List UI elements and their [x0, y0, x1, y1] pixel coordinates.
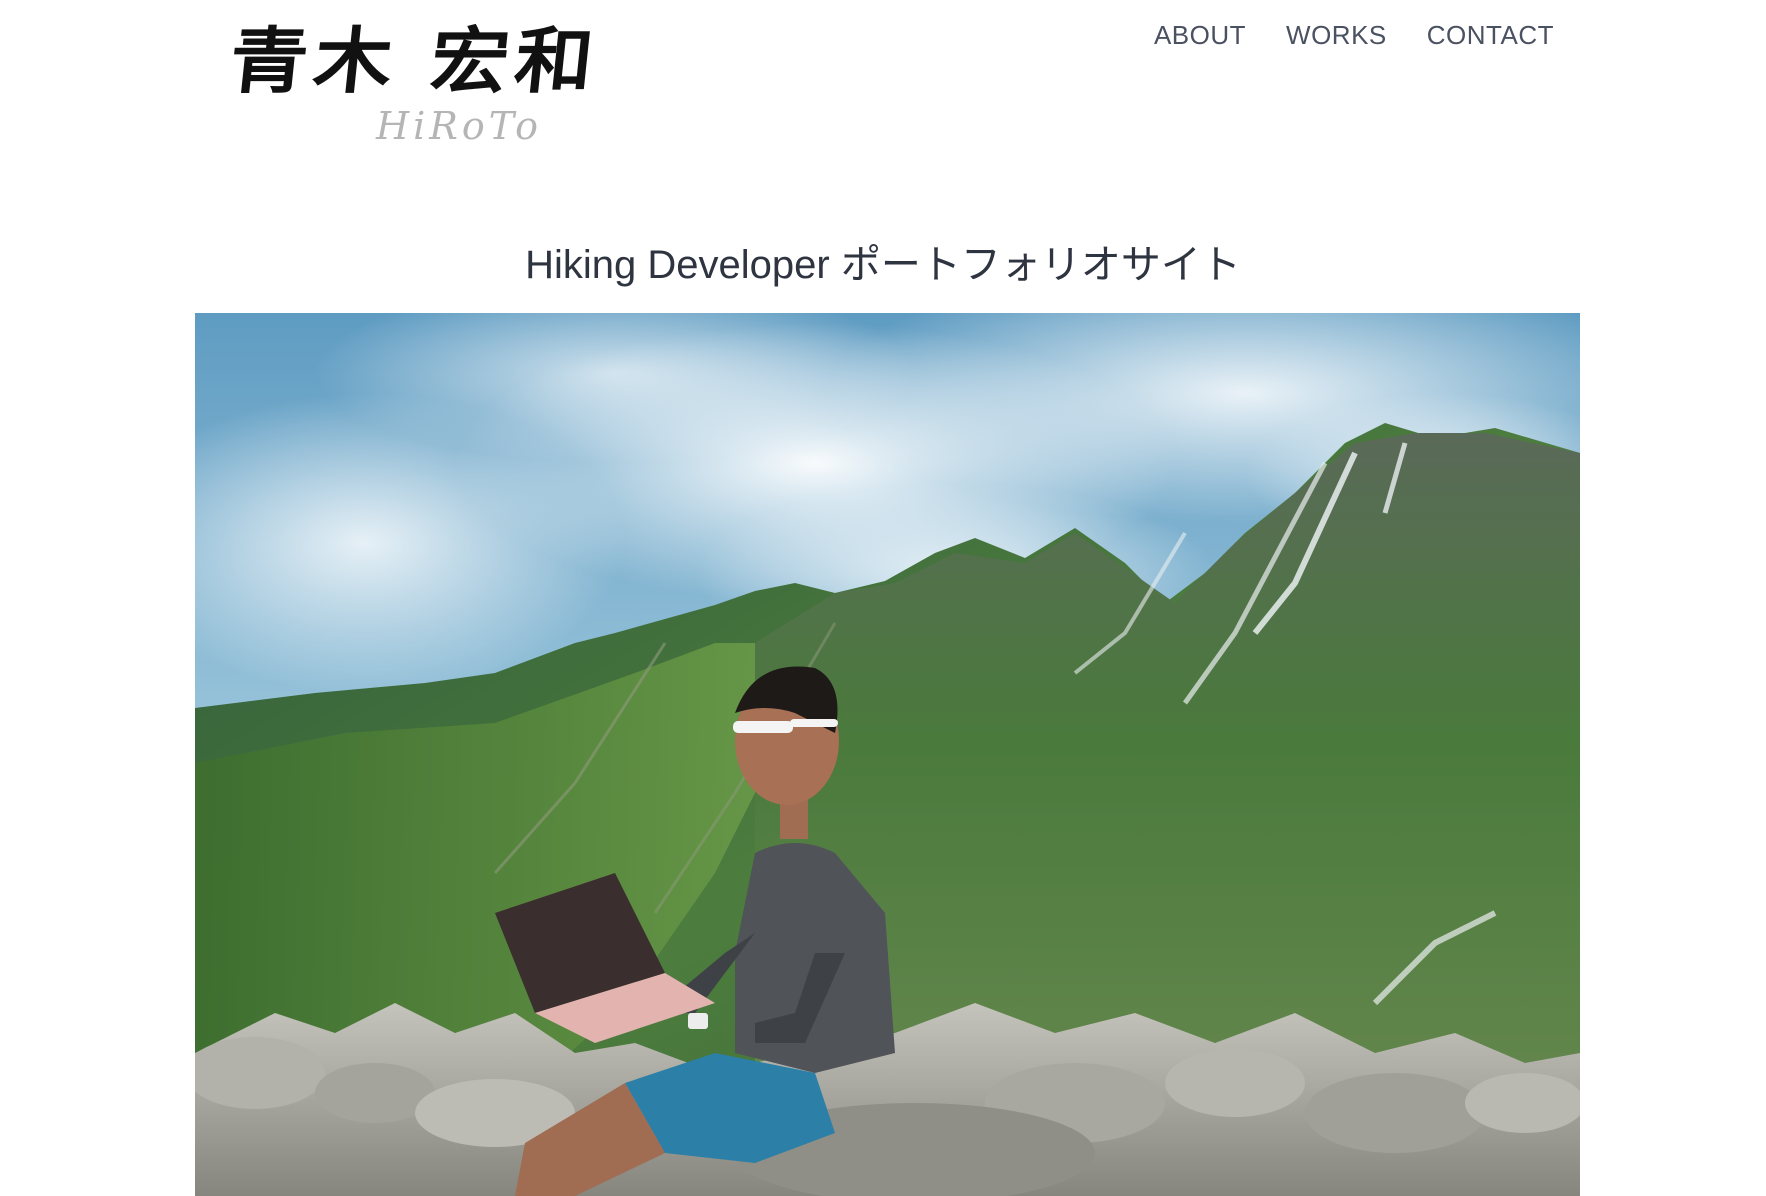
- nav-about[interactable]: ABOUT: [1154, 20, 1246, 51]
- page-title: Hiking Developer ポートフォリオサイト: [525, 243, 1241, 287]
- site-header: 青木 宏和 HiRoTo ABOUT WORKS CONTACT: [0, 0, 1766, 160]
- hero-photo-illustration: [195, 313, 1580, 1196]
- nav-works[interactable]: WORKS: [1286, 20, 1387, 51]
- hero-image: [195, 313, 1580, 1196]
- logo-subtitle: HiRoTo: [376, 104, 543, 148]
- page: 青木 宏和 HiRoTo ABOUT WORKS CONTACT Hiking …: [0, 0, 1766, 1196]
- main-nav: ABOUT WORKS CONTACT: [1154, 20, 1554, 51]
- site-logo[interactable]: 青木 宏和 HiRoTo: [226, 0, 666, 150]
- nav-contact[interactable]: CONTACT: [1427, 20, 1554, 51]
- logo-kanji: 青木 宏和: [225, 19, 604, 104]
